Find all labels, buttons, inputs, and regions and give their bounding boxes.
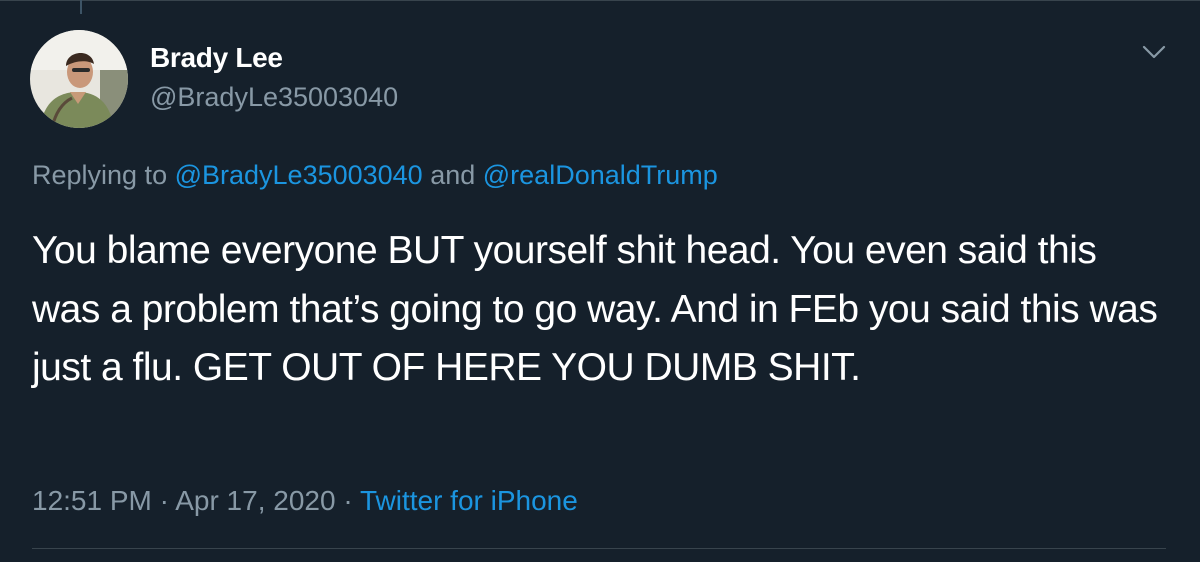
replying-to-label: Replying to [32,160,175,190]
meta-separator: · [151,485,176,516]
tweet-detail: Brady Lee @BradyLe35003040 Replying to @… [0,0,1200,562]
chevron-down-icon[interactable] [1140,40,1168,64]
bottom-divider [32,548,1166,549]
tweet-time[interactable]: 12:51 PM [32,485,152,516]
tweet-text: You blame everyone BUT yourself shit hea… [32,229,1158,389]
avatar[interactable] [30,30,128,128]
avatar-photo [30,30,128,128]
tweet-date[interactable]: Apr 17, 2020 [175,485,335,516]
tweet-meta: 12:51 PM · Apr 17, 2020 · Twitter for iP… [32,485,578,517]
top-divider [0,0,1200,1]
tweet-source-link[interactable]: Twitter for iPhone [360,485,578,516]
replying-to-joiner: and [422,160,483,190]
meta-separator: · [335,485,360,516]
mention-link-realdonaldtrump[interactable]: @realDonaldTrump [483,160,718,190]
replying-to: Replying to @BradyLe35003040 and @realDo… [32,160,718,191]
author-handle[interactable]: @BradyLe35003040 [150,82,398,113]
thread-connector-line [80,0,82,14]
mention-link-author[interactable]: @BradyLe35003040 [175,160,423,190]
author-display-name[interactable]: Brady Lee [150,42,283,74]
